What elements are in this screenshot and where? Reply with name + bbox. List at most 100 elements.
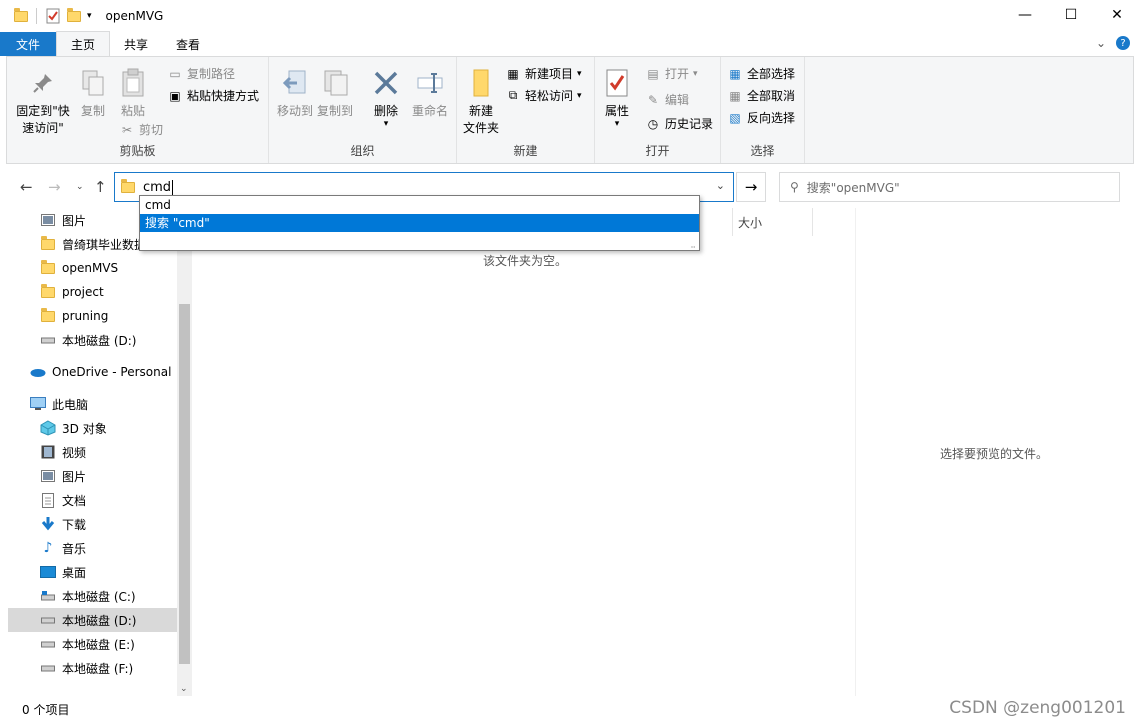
address-input[interactable]: cmd bbox=[143, 180, 171, 195]
open-button[interactable]: ▤ 打开 ▾ bbox=[645, 65, 697, 82]
select-all-button[interactable]: ▦ 全部选择 bbox=[727, 65, 795, 82]
drive-icon bbox=[40, 588, 56, 604]
go-arrow-icon[interactable]: → bbox=[736, 172, 766, 202]
address-dropdown-icon[interactable]: ⌄ bbox=[716, 179, 725, 192]
column-divider[interactable] bbox=[732, 208, 733, 236]
copy-button[interactable]: 复制 bbox=[73, 67, 113, 120]
properties-button[interactable]: 属性 ▾ bbox=[599, 67, 635, 129]
nav-item-label: 本地磁盘 (C:) bbox=[62, 589, 136, 604]
maximize-button[interactable]: ☐ bbox=[1048, 0, 1094, 30]
paste-shortcut-button[interactable]: ▣ 粘贴快捷方式 bbox=[167, 87, 259, 104]
properties-icon bbox=[606, 69, 628, 97]
new-folder-button[interactable]: 新建 文件夹 bbox=[461, 67, 501, 137]
invert-selection-button[interactable]: ▧ 反向选择 bbox=[727, 109, 795, 126]
scissors-icon: ✂ bbox=[121, 122, 133, 137]
delete-dropdown-icon[interactable]: ▾ bbox=[384, 120, 389, 129]
pin-icon bbox=[33, 74, 52, 93]
copy-to-label: 复制到 bbox=[316, 104, 353, 118]
nav-item-project[interactable]: project bbox=[8, 280, 177, 304]
help-icon[interactable]: ? bbox=[1116, 36, 1130, 50]
search-input[interactable]: 搜索"openMVG" bbox=[807, 179, 900, 196]
tab-home[interactable]: 主页 bbox=[56, 31, 111, 56]
folder-icon bbox=[14, 7, 28, 22]
tab-view[interactable]: 查看 bbox=[162, 32, 214, 56]
nav-item-drive-e[interactable]: 本地磁盘 (E:) bbox=[8, 632, 177, 656]
navigation-scrollbar[interactable]: ⌄ bbox=[177, 208, 192, 696]
cut-button[interactable]: ✂ 剪切 bbox=[119, 121, 163, 138]
download-icon bbox=[40, 516, 56, 532]
rename-button[interactable]: 重命名 bbox=[409, 67, 451, 120]
desktop-icon bbox=[40, 564, 56, 580]
nav-item-downloads[interactable]: 下载 bbox=[8, 512, 177, 536]
properties-check-icon[interactable] bbox=[45, 8, 61, 24]
copy-path-icon: ▭ bbox=[169, 66, 181, 81]
cut-label: 剪切 bbox=[139, 123, 164, 137]
nav-item-this-pc[interactable]: 此电脑 bbox=[8, 392, 177, 416]
nav-item-music[interactable]: ♪ 音乐 bbox=[8, 536, 177, 560]
3d-objects-icon bbox=[40, 420, 56, 436]
nav-item-label: 本地磁盘 (D:) bbox=[62, 613, 137, 628]
history-button[interactable]: ◷ 历史记录 bbox=[645, 115, 713, 132]
window-title: openMVG bbox=[105, 9, 164, 23]
open-icon: ▤ bbox=[647, 66, 659, 81]
document-icon bbox=[40, 492, 56, 508]
drive-icon bbox=[40, 612, 56, 628]
edit-button[interactable]: ✎ 编辑 bbox=[645, 91, 689, 108]
search-box[interactable]: ⚲ 搜索"openMVG" bbox=[779, 172, 1120, 202]
open-label: 打开 bbox=[665, 67, 690, 81]
text-caret bbox=[172, 179, 174, 195]
nav-item-drive-f[interactable]: 本地磁盘 (F:) bbox=[8, 656, 177, 680]
preview-pane-divider[interactable] bbox=[855, 208, 856, 696]
nav-item-pruning[interactable]: pruning bbox=[8, 304, 177, 328]
nav-item-drive-d-quick[interactable]: 本地磁盘 (D:) bbox=[8, 328, 177, 352]
recent-locations-icon[interactable]: ⌄ bbox=[76, 182, 84, 192]
column-divider[interactable] bbox=[812, 208, 813, 236]
select-none-button[interactable]: ▦ 全部取消 bbox=[727, 87, 795, 104]
clipboard-group: 固定到"快 速访问" 复制 粘贴 ▭ 复制路径 ▣ 粘贴快捷方式 ✂ 剪切 剪贴… bbox=[7, 57, 269, 163]
nav-item-drive-c[interactable]: 本地磁盘 (C:) bbox=[8, 584, 177, 608]
properties-dropdown-icon[interactable]: ▾ bbox=[615, 120, 620, 129]
paste-button[interactable]: 粘贴 bbox=[113, 67, 153, 120]
nav-item-videos[interactable]: 视频 bbox=[8, 440, 177, 464]
nav-item-onedrive[interactable]: OneDrive - Personal bbox=[8, 360, 177, 384]
scroll-down-icon[interactable]: ⌄ bbox=[180, 684, 188, 694]
column-header-size[interactable]: 大小 bbox=[738, 214, 762, 231]
pin-quick-access-button[interactable]: 固定到"快 速访问" bbox=[13, 67, 73, 137]
nav-item-pictures[interactable]: 图片 bbox=[8, 464, 177, 488]
delete-icon bbox=[374, 71, 398, 95]
back-arrow-icon[interactable]: ← bbox=[20, 178, 33, 196]
up-arrow-icon[interactable]: ↑ bbox=[94, 178, 107, 196]
move-to-button[interactable]: 移动到 bbox=[275, 67, 315, 120]
nav-item-label: 图片 bbox=[62, 213, 87, 228]
tab-file[interactable]: 文件 bbox=[0, 32, 57, 56]
history-label: 历史记录 bbox=[665, 117, 714, 131]
autocomplete-item[interactable]: cmd bbox=[140, 196, 699, 214]
easy-access-button[interactable]: ⧉ 轻松访问 ▾ bbox=[505, 87, 582, 104]
nav-item-3d-objects[interactable]: 3D 对象 bbox=[8, 416, 177, 440]
close-button[interactable]: ✕ bbox=[1094, 0, 1140, 30]
nav-item-drive-d[interactable]: 本地磁盘 (D:) bbox=[8, 608, 177, 632]
properties-label: 属性 bbox=[604, 104, 629, 118]
nav-item-desktop[interactable]: 桌面 bbox=[8, 560, 177, 584]
new-item-button[interactable]: ▦ 新建项目 ▾ bbox=[505, 65, 581, 82]
minimize-button[interactable]: — bbox=[1002, 0, 1048, 30]
move-to-label: 移动到 bbox=[276, 104, 313, 118]
ribbon-expand-icon[interactable]: ⌄ bbox=[1096, 36, 1106, 50]
tab-share[interactable]: 共享 bbox=[110, 32, 162, 56]
new-folder-icon bbox=[473, 69, 489, 97]
autocomplete-item-search[interactable]: 搜索 "cmd" bbox=[140, 214, 699, 232]
resize-grip-icon[interactable]: ⣀ bbox=[690, 239, 696, 248]
copy-path-button[interactable]: ▭ 复制路径 bbox=[167, 65, 235, 82]
delete-button[interactable]: 删除 ▾ bbox=[369, 67, 403, 129]
nav-item-documents[interactable]: 文档 bbox=[8, 488, 177, 512]
new-folder-icon[interactable] bbox=[67, 7, 81, 22]
scrollbar-thumb[interactable] bbox=[179, 304, 190, 664]
nav-item-openmvs[interactable]: openMVS bbox=[8, 256, 177, 280]
forward-arrow-icon[interactable]: → bbox=[48, 178, 61, 196]
folder-icon bbox=[41, 307, 55, 322]
address-autocomplete: cmd 搜索 "cmd" ⣀ bbox=[139, 195, 700, 251]
copy-to-button[interactable]: 复制到 bbox=[315, 67, 355, 120]
quick-access-dropdown-icon[interactable]: ▾ bbox=[87, 11, 92, 21]
ribbon-tabs: 文件 主页 共享 查看 ⌄ ? bbox=[0, 31, 1140, 56]
preview-message: 选择要预览的文件。 bbox=[940, 447, 1049, 461]
